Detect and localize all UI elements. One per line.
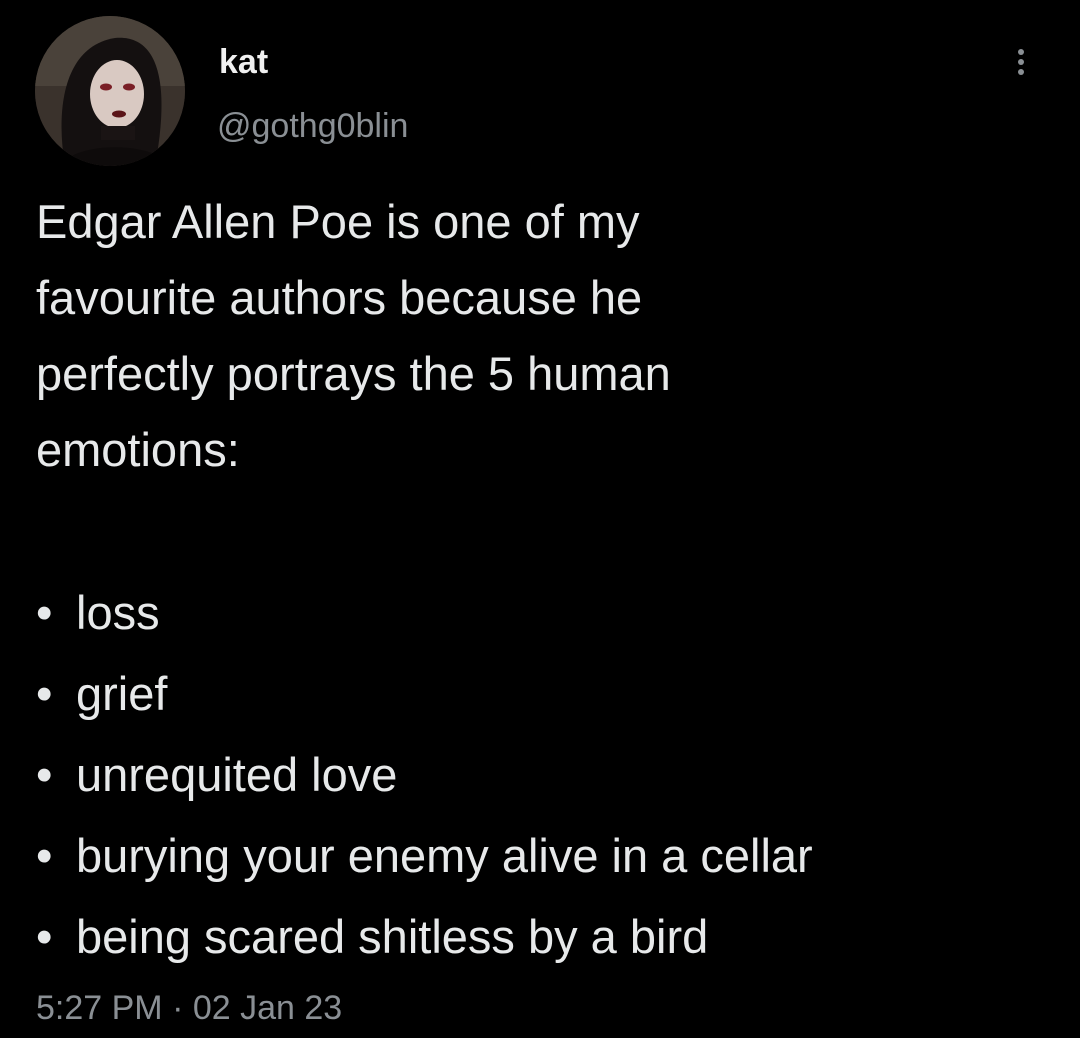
- tweet-text-line: Edgar Allen Poe is one of my: [36, 195, 640, 248]
- bullet: •: [36, 748, 53, 801]
- bullet: •: [36, 829, 53, 882]
- list-item: • being scared shitless by a bird: [36, 896, 813, 977]
- meta-separator: ·: [172, 989, 184, 1027]
- tweet-card: kat @gothg0blin Edgar Allen Poe is one o…: [0, 0, 1080, 1038]
- tweet-date: 02 Jan 23: [192, 989, 343, 1027]
- tweet-text: Edgar Allen Poe is one of my favourite a…: [36, 184, 1056, 488]
- list-item-text: burying your enemy alive in a cellar: [76, 829, 813, 882]
- list-item: • unrequited love: [36, 734, 813, 815]
- avatar-image: [35, 16, 185, 166]
- list-item-text: unrequited love: [76, 748, 398, 801]
- bullet: •: [36, 910, 53, 963]
- tweet-text-line: perfectly portrays the 5 human: [36, 347, 671, 400]
- list-item: • grief: [36, 653, 813, 734]
- display-name[interactable]: kat: [219, 40, 268, 84]
- list-item-text: being scared shitless by a bird: [76, 910, 709, 963]
- avatar[interactable]: [35, 16, 185, 166]
- bullet: •: [36, 586, 53, 639]
- user-handle[interactable]: @gothg0blin: [217, 104, 408, 148]
- list-item: • loss: [36, 572, 813, 653]
- list-item-text: grief: [76, 667, 168, 720]
- list-item-text: loss: [76, 586, 160, 639]
- tweet-text-line: favourite authors because he: [36, 271, 643, 324]
- tweet-time: 5:27 PM: [36, 989, 163, 1027]
- tweet-text-line: emotions:: [36, 423, 240, 476]
- emotion-list: • loss • grief • unrequited love • burying y…: [36, 572, 813, 977]
- list-item: • burying your enemy alive in a cellar: [36, 815, 813, 896]
- tweet-timestamp[interactable]: 5:27 PM · 02 Jan 23: [36, 986, 342, 1030]
- bullet: •: [36, 667, 53, 720]
- more-vertical-icon[interactable]: [1006, 40, 1036, 84]
